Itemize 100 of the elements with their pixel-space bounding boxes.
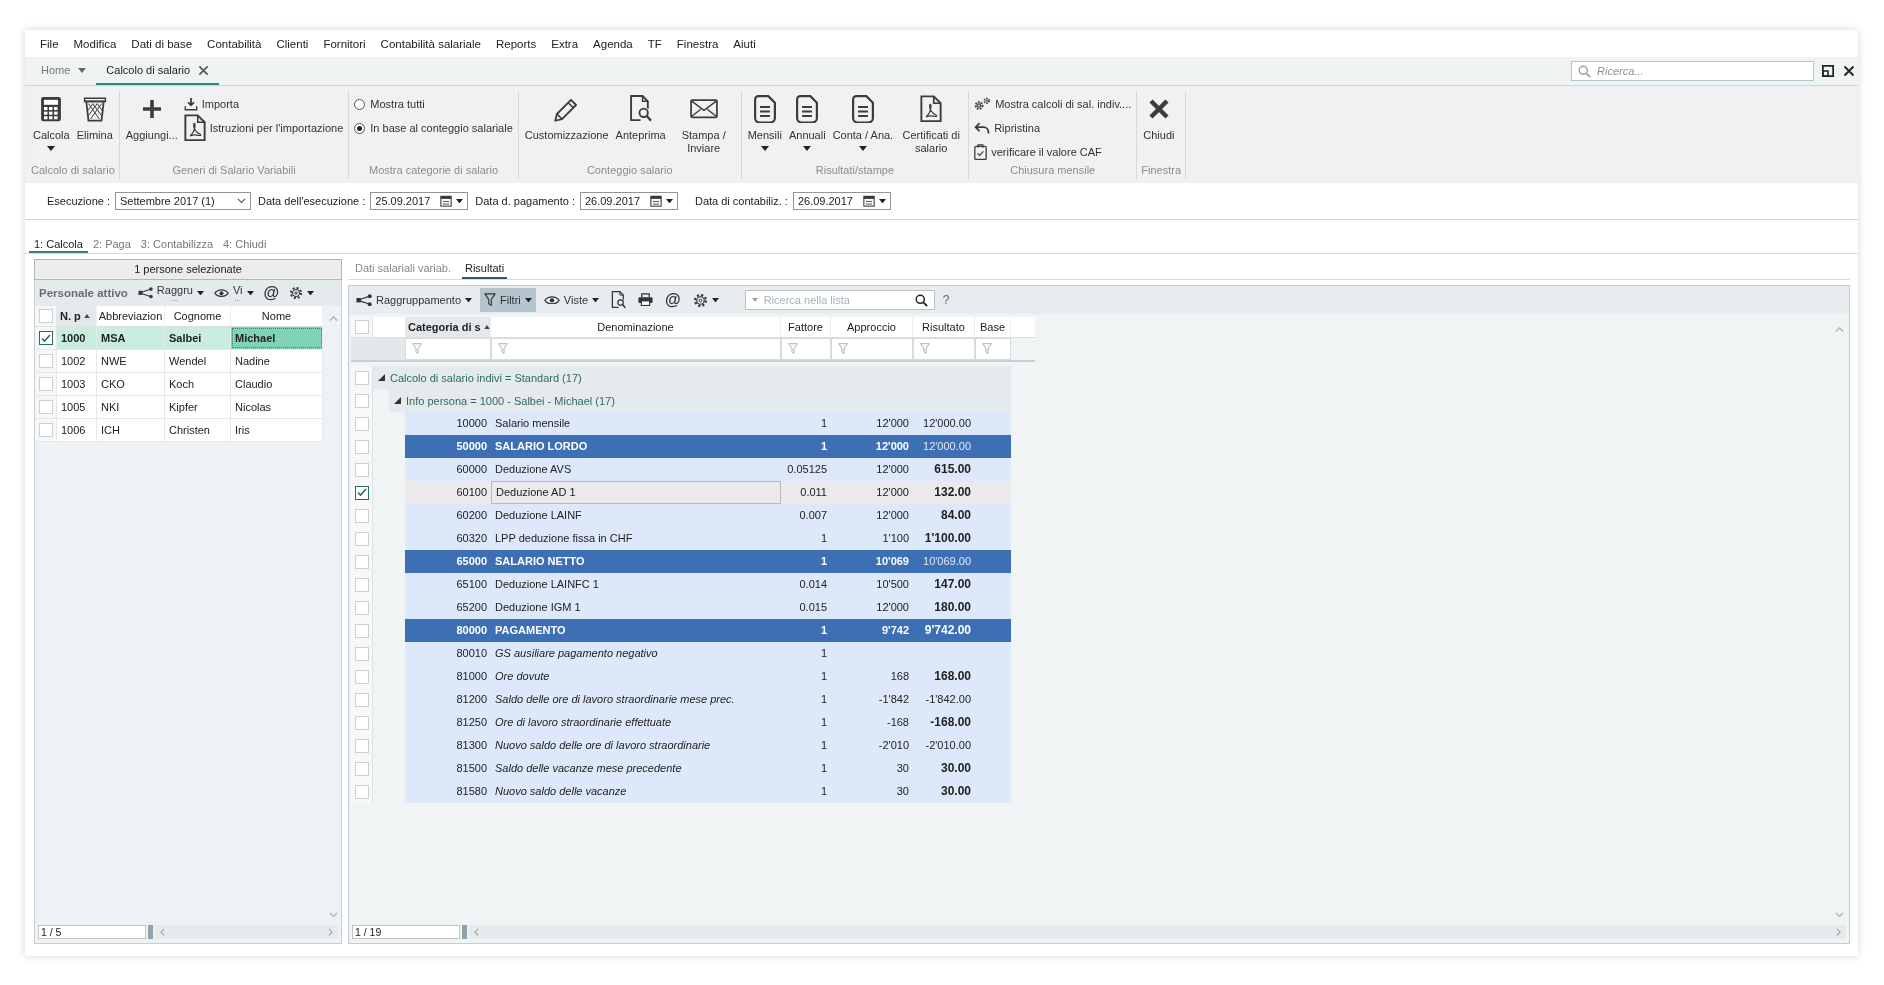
ribbon-button[interactable]: Conta / Ana. [829, 91, 897, 153]
ribbon-button[interactable]: Customizzazione [521, 91, 612, 144]
radio-button[interactable] [354, 98, 366, 110]
toolbar-button[interactable]: @ [661, 288, 685, 312]
date-field[interactable]: 26.09.2017 [579, 192, 678, 210]
menu-item[interactable]: Contabilità salariale [373, 35, 488, 52]
filter-field[interactable] [831, 338, 913, 360]
table-row[interactable]: 65000 SALARIO NETTO 1 10'069 10'069.00 [405, 550, 1011, 573]
document-tab[interactable]: Home [31, 57, 97, 85]
menu-item[interactable]: File [33, 35, 66, 52]
column-header[interactable]: Nome [231, 306, 323, 326]
ribbon-button[interactable]: Chiudi [1140, 91, 1178, 144]
ribbon-link-button[interactable]: Mostra calcoli di sal. indiv.... [972, 93, 1134, 115]
table-row[interactable]: 81250 Ore di lavoro straordinarie effettuate 1 -168 -168.00 [405, 711, 1011, 734]
toolbar-button[interactable]: Vi ... [209, 281, 258, 305]
table-row[interactable]: 80010 GS ausiliare pagamento negativo 1 [405, 642, 1011, 665]
filter-field[interactable] [491, 338, 781, 360]
menu-item[interactable]: Extra [544, 35, 586, 52]
ribbon-button[interactable]: Annuali [785, 91, 829, 153]
table-row[interactable]: 50000 SALARIO LORDO 1 12'000 12'000.00 [405, 435, 1011, 458]
date-field[interactable]: 26.09.2017 [792, 192, 891, 210]
checkbox[interactable] [354, 485, 369, 500]
table-row[interactable]: 81200 Saldo delle ore di lavoro straordinarie mese prec. 1 -1'842 -1'842.00 [405, 688, 1011, 711]
column-header[interactable]: Base [975, 317, 1011, 337]
ribbon-link-button[interactable]: Istruzioni per l'importazione [181, 117, 346, 139]
toolbar-button[interactable]: Raggru ... [133, 281, 208, 305]
ribbon-link-button[interactable]: Importa [181, 93, 346, 115]
menu-item[interactable]: Finestra [669, 35, 726, 52]
horizontal-scrollbar[interactable] [155, 925, 338, 939]
column-header[interactable]: Approccio [831, 317, 913, 337]
checkbox[interactable] [38, 331, 53, 345]
filter-field[interactable] [975, 338, 1011, 360]
ribbon-button[interactable]: Elimina [73, 91, 116, 144]
table-row[interactable]: 60100 Deduzione AD 1 0.011 12'000 132.00 [405, 481, 1011, 504]
table-row[interactable]: 81300 Nuovo saldo delle ore di lavoro straordinarie 1 -2'010 -2'010.00 [405, 734, 1011, 757]
ribbon-button[interactable]: Certificati di salario [897, 91, 966, 157]
step-tab[interactable]: 3: Contabilizza [135, 230, 218, 253]
menu-item[interactable]: Clienti [269, 35, 316, 52]
column-header[interactable]: Cognome [165, 306, 231, 326]
table-row[interactable]: 60200 Deduzione LAINF 0.007 12'000 84.00 [405, 504, 1011, 527]
ribbon-button[interactable]: Calcola [30, 91, 73, 153]
menu-item[interactable]: Reports [488, 35, 544, 52]
ribbon-button[interactable]: Aggiungi... [122, 91, 181, 144]
group-row[interactable]: Calcolo di salario indivi = Standard (17) [373, 366, 1011, 389]
table-row[interactable]: 1003 CKO Koch Claudio [35, 373, 323, 396]
column-header[interactable]: Denominazione [491, 317, 781, 337]
table-row[interactable]: 81500 Saldo delle vacanze mese precedente 1 30 30.00 [405, 757, 1011, 780]
table-row[interactable]: 1000 MSA Salbei Michael [35, 327, 323, 350]
table-row[interactable]: 60320 LPP deduzione fissa in CHF 1 1'100 1'100.00 [405, 527, 1011, 550]
table-row[interactable]: 1006 ICH Christen Iris [35, 419, 323, 442]
table-cell: 1006 [57, 419, 97, 441]
sub-tab[interactable]: Dati salariali variab. [352, 259, 454, 279]
ribbon-link-button[interactable]: Ripristina [972, 117, 1134, 139]
step-tab[interactable]: 1: Calcola [29, 230, 88, 253]
table-row[interactable]: 1002 NWE Wendel Nadine [35, 350, 323, 373]
toolbar-button[interactable]: @ [259, 281, 284, 305]
ribbon-button[interactable]: Mensili [744, 91, 785, 153]
toolbar-button[interactable]: Filtri [480, 288, 536, 312]
menu-item[interactable]: Aiuti [726, 35, 763, 52]
toolbar-button[interactable]: Viste [539, 288, 604, 312]
filter-field[interactable] [913, 338, 975, 360]
column-header[interactable]: Fattore [781, 317, 831, 337]
splitter-handle[interactable] [148, 925, 153, 939]
sub-tab[interactable]: Risultati [462, 259, 508, 279]
step-tab[interactable]: 4: Chiudi [218, 230, 272, 253]
horizontal-scrollbar[interactable] [469, 925, 1846, 939]
menu-item[interactable]: TF [640, 35, 669, 52]
column-header[interactable]: N. p [57, 306, 97, 326]
menu-item[interactable]: Agenda [586, 35, 640, 52]
radio-button[interactable] [354, 122, 366, 134]
select-field[interactable]: Settembre 2017 (1) [115, 192, 251, 210]
filter-field[interactable] [781, 338, 831, 360]
help-button[interactable]: ? [938, 293, 954, 307]
table-row[interactable]: 65200 Deduzione IGM 1 0.015 12'000 180.00 [405, 596, 1011, 619]
table-row[interactable]: 80000 PAGAMENTO 1 9'742 9'742.00 [405, 619, 1011, 642]
column-header[interactable]: Abbreviazion [97, 306, 165, 326]
menu-item[interactable]: Modifica [66, 35, 124, 52]
table-row[interactable]: 1005 NKI Kipfer Nicolas [35, 396, 323, 419]
radio-option[interactable]: In base al conteggio salariale [352, 117, 515, 139]
filter-field[interactable] [405, 338, 491, 360]
splitter-handle[interactable] [462, 925, 467, 939]
step-tab[interactable]: 2: Paga [87, 230, 136, 253]
table-row[interactable]: 60000 Deduzione AVS 0.05125 12'000 615.00 [405, 458, 1011, 481]
ribbon-button[interactable]: Anteprima [612, 91, 669, 144]
ribbon-button[interactable]: Stampa / Inviare [669, 91, 738, 157]
menu-item[interactable]: Fornitori [316, 35, 373, 52]
column-header[interactable]: Risultato [913, 317, 975, 337]
menu-item[interactable]: Dati di base [124, 35, 200, 52]
column-header[interactable]: Categoria di s [405, 317, 491, 337]
toolbar-button[interactable]: Raggruppamento [352, 288, 476, 312]
date-field[interactable]: 25.09.2017 [370, 192, 469, 210]
table-row[interactable]: 81580 Nuovo saldo delle vacanze 1 30 30.00 [405, 780, 1011, 803]
ribbon-link-button[interactable]: verificare il valore CAF [972, 141, 1134, 163]
table-row[interactable]: 10000 Salario mensile 1 12'000 12'000.00 [405, 412, 1011, 435]
table-row[interactable]: 65100 Deduzione LAINFC 1 0.014 10'500 147.00 [405, 573, 1011, 596]
menu-item[interactable]: Contabilità [200, 35, 269, 52]
group-row[interactable]: Info persona = 1000 - Salbei - Michael (17) [389, 389, 1011, 412]
table-row[interactable]: 81000 Ore dovute 1 168 168.00 [405, 665, 1011, 688]
radio-option[interactable]: Mostra tutti [352, 93, 515, 115]
ribbon-group-label: Conteggio salario [585, 163, 674, 178]
